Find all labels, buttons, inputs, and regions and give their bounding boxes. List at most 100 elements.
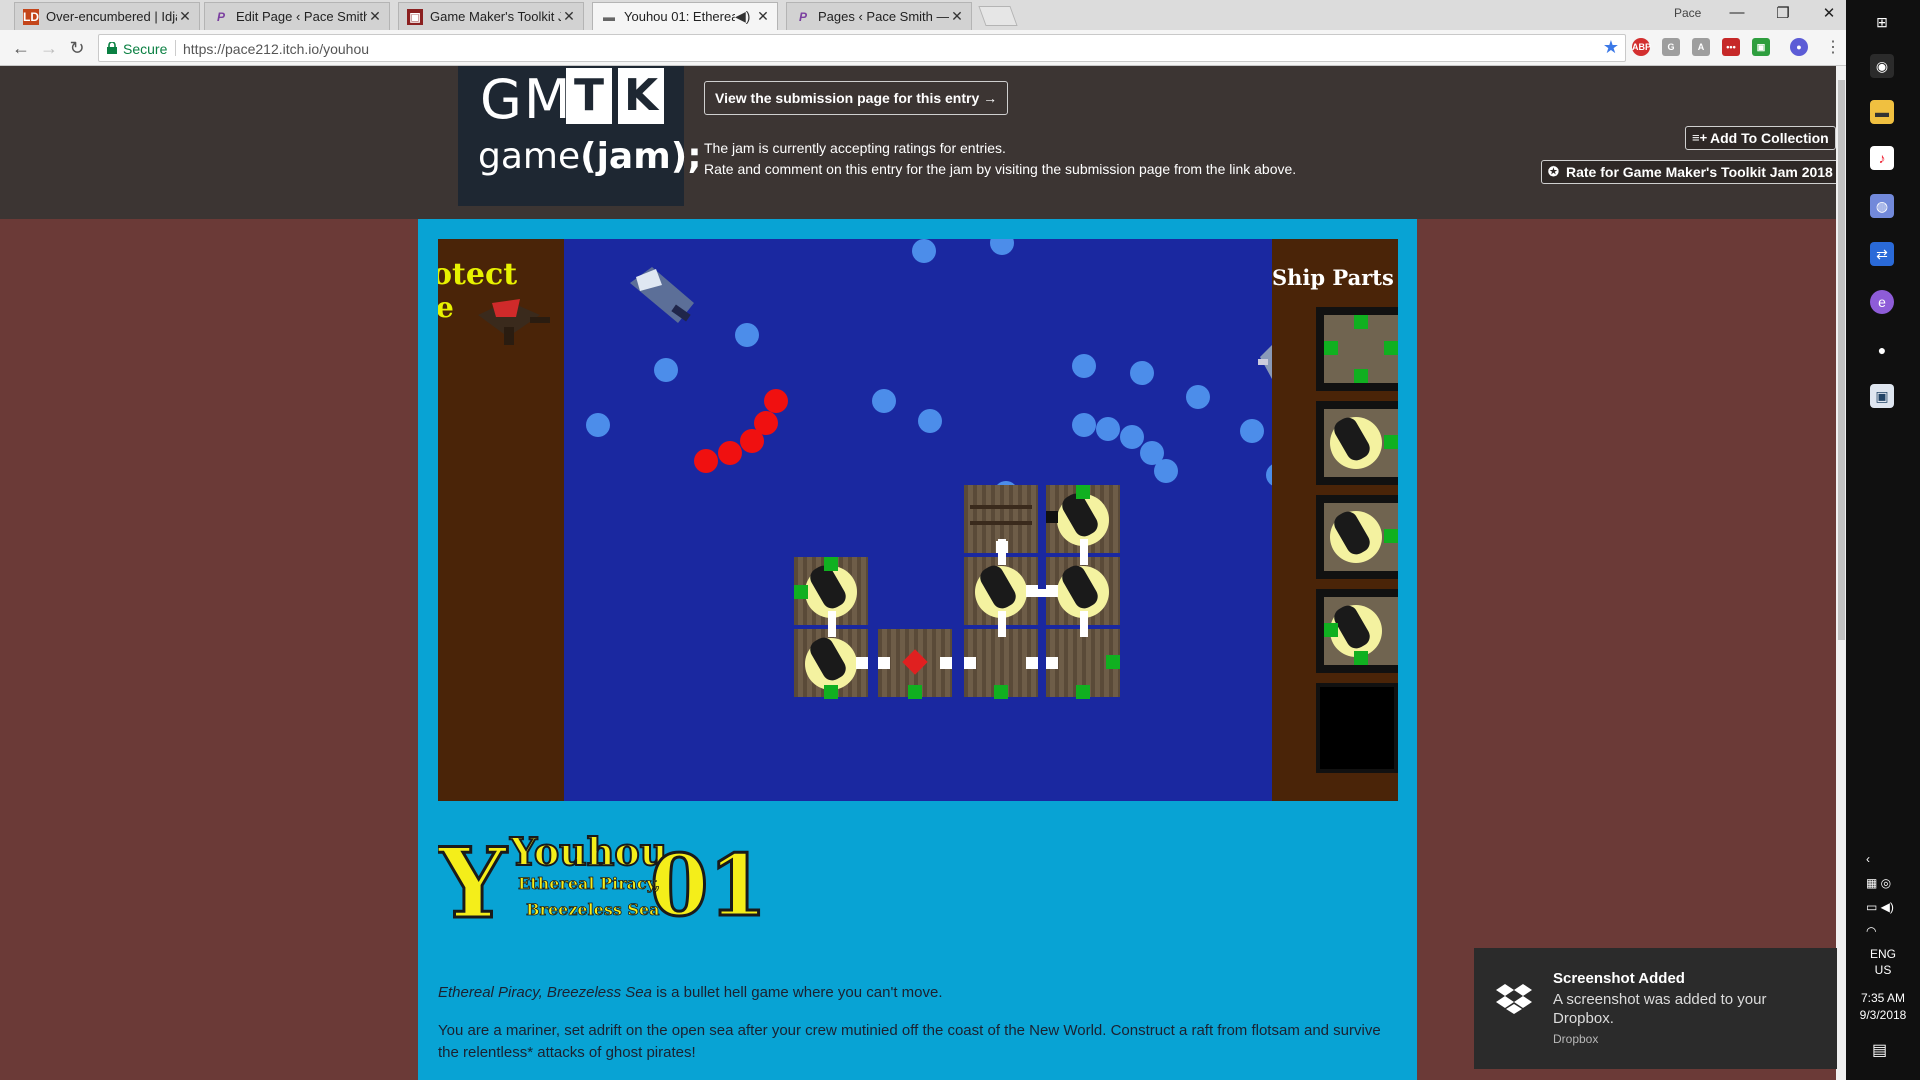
add-to-collection-button[interactable]: ≡+ Add To Collection: [1685, 126, 1836, 150]
tab-pages[interactable]: P Pages ‹ Pace Smith — W ✕: [786, 2, 972, 30]
battery-volume-icon[interactable]: ▭ ◀): [1866, 900, 1894, 914]
tab-title: Edit Page ‹ Pace Smith —: [236, 9, 367, 24]
close-tab-icon[interactable]: ✕: [755, 8, 771, 25]
ship-parts-title: Ship Parts: [1272, 265, 1394, 290]
tab-gmtk-jam[interactable]: ▣ Game Maker's Toolkit Jam ✕: [398, 2, 584, 30]
wp-p-icon: P: [216, 9, 225, 24]
connector: [1046, 657, 1058, 669]
connector: [1354, 651, 1368, 665]
game-page: otect e Ship Parts Y Youhou 01 Ethereal …: [418, 219, 1417, 1080]
adblock-icon[interactable]: ABP: [1632, 38, 1651, 56]
profile-button[interactable]: Pace: [1674, 6, 1701, 20]
tray-apps-icon[interactable]: ▦ ◎: [1866, 876, 1891, 890]
file-explorer-icon[interactable]: ▬: [1870, 100, 1894, 124]
close-tab-icon[interactable]: ✕: [561, 8, 577, 25]
cannonball: [694, 449, 718, 473]
page-scrollbar[interactable]: [1836, 66, 1846, 1080]
connector: [794, 585, 808, 599]
submission-page-button[interactable]: View the submission page for this entry …: [704, 81, 1009, 115]
language-code: ENG: [1869, 947, 1896, 961]
rate-jam-button[interactable]: ✪ Rate for Game Maker's Toolkit Jam 2018: [1541, 160, 1840, 184]
ship-part-slot[interactable]: [1316, 401, 1398, 485]
ship-part-slot[interactable]: [1316, 495, 1398, 579]
back-icon[interactable]: ←: [10, 37, 32, 59]
extension-icon[interactable]: ▣: [1752, 38, 1770, 56]
gmtk-jam-logo[interactable]: GM T K game(jam);: [458, 66, 702, 206]
logo-k: K: [618, 68, 664, 124]
bookmark-star-icon[interactable]: ★: [1603, 37, 1619, 58]
address-input[interactable]: Secure https://pace212.itch.io/youhou ★: [98, 34, 1626, 62]
connector: [1384, 529, 1398, 543]
itunes-icon[interactable]: ♪: [1870, 146, 1894, 170]
extension-icon[interactable]: A: [1692, 38, 1710, 56]
raft-deck-piece[interactable]: [1046, 629, 1120, 699]
connector: [1384, 435, 1398, 449]
connector: [1076, 685, 1090, 699]
award-icon: ✪: [1548, 164, 1559, 179]
restore-icon[interactable]: ❐: [1768, 4, 1798, 22]
extension-icon[interactable]: ●: [1790, 38, 1808, 56]
connector: [1076, 485, 1090, 499]
connector-bar: [828, 611, 836, 637]
jam-status-line: Rate and comment on this entry for the j…: [704, 161, 1297, 177]
description-line-1: Ethereal Piracy, Breezeless Sea is a bul…: [438, 984, 943, 1001]
chevron-up-icon[interactable]: ‹: [1866, 852, 1870, 866]
browser-tab-strip: LD Over-encumbered | Idjam ✕ P Edit Page…: [0, 0, 1846, 30]
audio-icon[interactable]: ◀): [735, 8, 750, 25]
raft-core[interactable]: [878, 629, 952, 699]
connector: [1046, 511, 1058, 523]
new-tab-button[interactable]: [978, 6, 1018, 26]
connector: [824, 557, 838, 571]
network-app-icon[interactable]: ⇄: [1870, 242, 1894, 266]
enemy-bullet: [912, 239, 936, 263]
language-indicator[interactable]: ENG US: [1846, 946, 1920, 978]
clock[interactable]: 7:35 AM 9/3/2018: [1846, 990, 1920, 1024]
connector: [1384, 341, 1398, 355]
ship-core-icon: [478, 299, 550, 345]
tab-youhou[interactable]: ▬ Youhou 01: Ethereal P ◀) ✕: [592, 2, 778, 30]
notification-source: Dropbox: [1553, 1032, 1599, 1046]
tab-edit-page[interactable]: P Edit Page ‹ Pace Smith — ✕: [204, 2, 390, 30]
close-window-icon[interactable]: ✕: [1814, 4, 1844, 22]
ship-part-slot[interactable]: [1316, 307, 1398, 391]
deck-plank: [970, 505, 1032, 509]
wp-p-icon: P: [798, 9, 807, 24]
extension-icon[interactable]: G: [1662, 38, 1680, 56]
chrome-icon[interactable]: ◉: [1870, 54, 1894, 78]
action-center-icon[interactable]: ▤: [1872, 1040, 1887, 1060]
minimize-icon[interactable]: —: [1722, 4, 1752, 21]
enemy-bullet: [1130, 361, 1154, 385]
close-tab-icon[interactable]: ✕: [949, 8, 965, 25]
discord-icon[interactable]: ◍: [1870, 194, 1894, 218]
connector: [1026, 657, 1038, 669]
menu-icon[interactable]: ⋮: [1822, 37, 1844, 59]
game-name-italic: Ethereal Piracy, Breezeless Sea: [438, 984, 652, 1001]
blender-icon[interactable]: ●: [1870, 338, 1894, 362]
cannon-part: [1324, 409, 1398, 477]
forward-icon[interactable]: →: [38, 37, 60, 59]
app-icon[interactable]: ▣: [1870, 384, 1894, 408]
logo-gm: GM: [480, 68, 573, 131]
start-windows-icon[interactable]: ⊞: [1870, 10, 1894, 34]
close-tab-icon[interactable]: ✕: [367, 8, 383, 25]
ship-part-slot[interactable]: [1316, 589, 1398, 673]
enemy-bullet: [1072, 413, 1096, 437]
dropbox-icon: [1496, 984, 1532, 1014]
dropbox-notification[interactable]: Screenshot Added A screenshot was added …: [1474, 948, 1837, 1069]
enemy-bullet: [1120, 425, 1144, 449]
title-subtitle: Breezeless Sea: [526, 900, 660, 919]
ship-part-slot-empty[interactable]: [1316, 683, 1398, 773]
emacs-icon[interactable]: e: [1870, 290, 1894, 314]
enemy-bullet: [872, 389, 896, 413]
raft-cannon[interactable]: [794, 629, 868, 699]
scrollbar-thumb[interactable]: [1838, 80, 1845, 640]
enemy-bullet: [1186, 385, 1210, 409]
raft-deck-piece[interactable]: [964, 629, 1038, 699]
extension-icon[interactable]: •••: [1722, 38, 1740, 56]
wifi-icon[interactable]: ◠: [1866, 924, 1876, 938]
add-to-collection-label: Add To Collection: [1710, 130, 1829, 146]
tab-over-encumbered[interactable]: LD Over-encumbered | Idjam ✕: [14, 2, 200, 30]
reload-icon[interactable]: ↻: [66, 37, 88, 59]
game-canvas[interactable]: otect e Ship Parts: [438, 239, 1398, 801]
close-tab-icon[interactable]: ✕: [177, 8, 193, 25]
